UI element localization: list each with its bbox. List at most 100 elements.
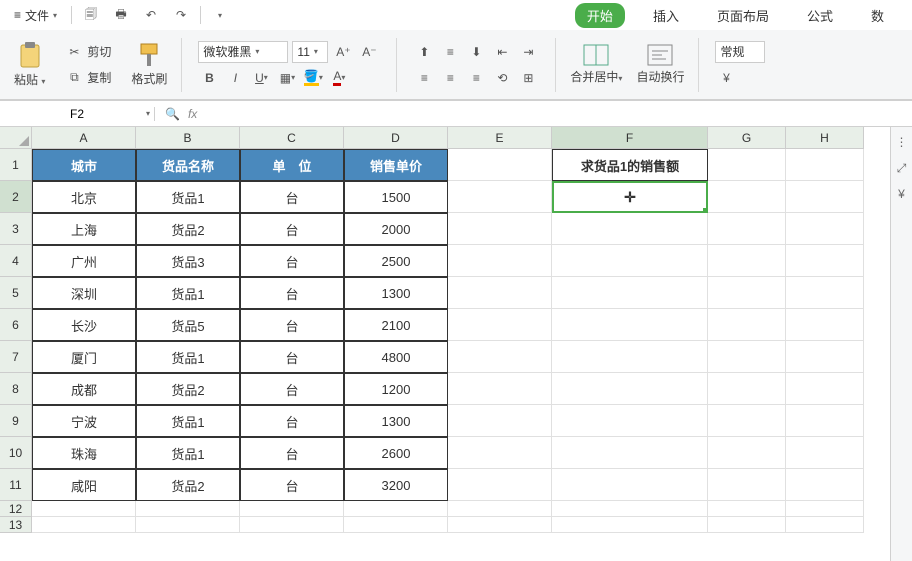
cell-C11[interactable]: 台	[240, 469, 344, 501]
cell-H6[interactable]	[786, 309, 864, 341]
copy-button[interactable]: ⧉复制	[61, 67, 115, 89]
cell-G12[interactable]	[708, 501, 786, 517]
cell-E4[interactable]	[448, 245, 552, 277]
dropdown-icon[interactable]: ▾	[209, 4, 231, 26]
cell-C3[interactable]: 台	[240, 213, 344, 245]
cell-B8[interactable]: 货品2	[136, 373, 240, 405]
cell-G2[interactable]	[708, 181, 786, 213]
cell-B11[interactable]: 货品2	[136, 469, 240, 501]
cell-E3[interactable]	[448, 213, 552, 245]
cell-F10[interactable]	[552, 437, 708, 469]
cell-A6[interactable]: 长沙	[32, 309, 136, 341]
increase-indent-icon[interactable]: ⇥	[517, 41, 539, 63]
tab-data[interactable]: 数	[861, 2, 894, 29]
col-head-A[interactable]: A	[32, 127, 136, 149]
merge-center-button[interactable]: 合并居中▾	[566, 40, 626, 89]
cell-A2[interactable]: 北京	[32, 181, 136, 213]
select-all-corner[interactable]	[0, 127, 32, 149]
row-head-13[interactable]: 13	[0, 517, 32, 533]
cell-B13[interactable]	[136, 517, 240, 533]
cell-A7[interactable]: 厦门	[32, 341, 136, 373]
italic-icon[interactable]: I	[224, 67, 246, 89]
cell-F3[interactable]	[552, 213, 708, 245]
print-icon[interactable]: 🖶	[110, 4, 132, 26]
cell-H8[interactable]	[786, 373, 864, 405]
font-size-select[interactable]: 11▾	[292, 41, 328, 63]
cell-G6[interactable]	[708, 309, 786, 341]
file-menu[interactable]: ≡ 文件 ▾	[8, 5, 63, 26]
cell-A5[interactable]: 深圳	[32, 277, 136, 309]
cell-B4[interactable]: 货品3	[136, 245, 240, 277]
cell-H7[interactable]	[786, 341, 864, 373]
align-right-icon[interactable]: ≡	[465, 67, 487, 89]
cell-D1[interactable]: 销售单价	[344, 149, 448, 181]
cell-B3[interactable]: 货品2	[136, 213, 240, 245]
cell-F12[interactable]	[552, 501, 708, 517]
cell-A10[interactable]: 珠海	[32, 437, 136, 469]
cell-D5[interactable]: 1300	[344, 277, 448, 309]
cell-H10[interactable]	[786, 437, 864, 469]
cell-D13[interactable]	[344, 517, 448, 533]
cell-E11[interactable]	[448, 469, 552, 501]
cell-F9[interactable]	[552, 405, 708, 437]
cell-G1[interactable]	[708, 149, 786, 181]
borders-icon[interactable]: ▦▾	[276, 67, 298, 89]
align-top-icon[interactable]: ⬆	[413, 41, 435, 63]
cell-B6[interactable]: 货品5	[136, 309, 240, 341]
cell-A12[interactable]	[32, 501, 136, 517]
cell-H11[interactable]	[786, 469, 864, 501]
cell-H13[interactable]	[786, 517, 864, 533]
zoom-icon[interactable]: 🔍	[165, 107, 180, 121]
row-head-11[interactable]: 11	[0, 469, 32, 501]
cell-C8[interactable]: 台	[240, 373, 344, 405]
cell-F7[interactable]	[552, 341, 708, 373]
cell-H1[interactable]	[786, 149, 864, 181]
cell-G11[interactable]	[708, 469, 786, 501]
cell-B7[interactable]: 货品1	[136, 341, 240, 373]
cell-B12[interactable]	[136, 501, 240, 517]
cell-G3[interactable]	[708, 213, 786, 245]
cell-F1[interactable]: 求货品1的销售额	[552, 149, 708, 181]
sidebar-currency-icon[interactable]: ¥	[893, 185, 911, 203]
underline-icon[interactable]: U▾	[250, 67, 272, 89]
cell-D8[interactable]: 1200	[344, 373, 448, 405]
tab-layout[interactable]: 页面布局	[707, 2, 779, 29]
cell-A4[interactable]: 广州	[32, 245, 136, 277]
bold-icon[interactable]: B	[198, 67, 220, 89]
align-middle-icon[interactable]: ≡	[439, 41, 461, 63]
row-head-12[interactable]: 12	[0, 501, 32, 517]
cell-F6[interactable]	[552, 309, 708, 341]
cell-G4[interactable]	[708, 245, 786, 277]
cell-D9[interactable]: 1300	[344, 405, 448, 437]
orientation-icon[interactable]: ⟲	[491, 67, 513, 89]
col-head-B[interactable]: B	[136, 127, 240, 149]
cell-D3[interactable]: 2000	[344, 213, 448, 245]
currency-icon[interactable]: ¥	[715, 67, 737, 89]
cell-E8[interactable]	[448, 373, 552, 405]
cut-button[interactable]: ✂剪切	[61, 41, 115, 63]
cell-E9[interactable]	[448, 405, 552, 437]
cell-E5[interactable]	[448, 277, 552, 309]
cell-G13[interactable]	[708, 517, 786, 533]
sidebar-dots-icon[interactable]: ⋮	[893, 133, 911, 151]
col-head-F[interactable]: F	[552, 127, 708, 149]
fx-icon[interactable]: fx	[188, 107, 197, 121]
cell-G10[interactable]	[708, 437, 786, 469]
cell-B5[interactable]: 货品1	[136, 277, 240, 309]
cell-F8[interactable]	[552, 373, 708, 405]
font-color-icon[interactable]: A▾	[328, 67, 350, 89]
cell-D6[interactable]: 2100	[344, 309, 448, 341]
format-painter-button[interactable]: 格式刷	[127, 38, 171, 91]
spreadsheet-grid[interactable]: ABCDEFGH1城市货品名称单 位销售单价求货品1的销售额2北京货品1台150…	[0, 127, 912, 533]
cell-C13[interactable]	[240, 517, 344, 533]
cell-F11[interactable]	[552, 469, 708, 501]
undo-icon[interactable]: ↶	[140, 4, 162, 26]
cell-F5[interactable]	[552, 277, 708, 309]
cell-E13[interactable]	[448, 517, 552, 533]
cell-C7[interactable]: 台	[240, 341, 344, 373]
cell-E1[interactable]	[448, 149, 552, 181]
cell-F2[interactable]: ✛	[552, 181, 708, 213]
cell-G8[interactable]	[708, 373, 786, 405]
cell-D12[interactable]	[344, 501, 448, 517]
row-head-8[interactable]: 8	[0, 373, 32, 405]
